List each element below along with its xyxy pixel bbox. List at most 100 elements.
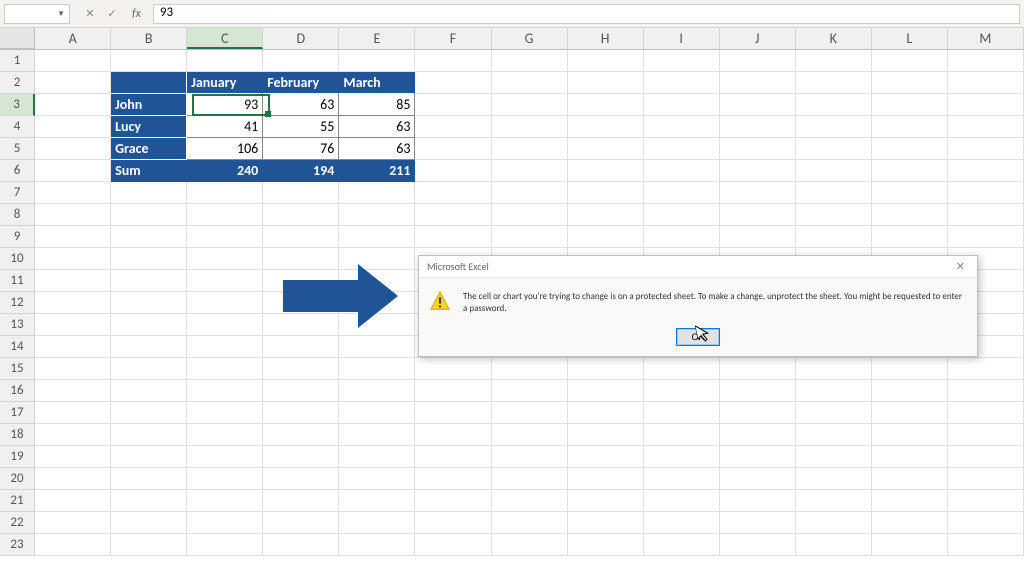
cell[interactable] xyxy=(644,116,720,138)
cell[interactable] xyxy=(187,512,263,534)
cell[interactable] xyxy=(948,512,1024,534)
cell[interactable] xyxy=(720,512,796,534)
cell[interactable] xyxy=(644,50,720,72)
cell[interactable] xyxy=(948,138,1024,160)
cell[interactable] xyxy=(339,182,415,204)
cell[interactable] xyxy=(111,336,187,358)
cell[interactable] xyxy=(339,446,415,468)
cell[interactable] xyxy=(111,226,187,248)
cell[interactable] xyxy=(568,490,644,512)
cell[interactable] xyxy=(568,534,644,556)
cell[interactable] xyxy=(35,72,111,94)
cell[interactable] xyxy=(415,50,491,72)
cell[interactable] xyxy=(948,424,1024,446)
cell[interactable] xyxy=(644,358,720,380)
cell[interactable] xyxy=(111,314,187,336)
cell[interactable] xyxy=(187,314,263,336)
col-header[interactable]: J xyxy=(720,28,796,49)
cell[interactable] xyxy=(111,512,187,534)
cell[interactable] xyxy=(796,182,872,204)
cell[interactable] xyxy=(948,380,1024,402)
row-header[interactable]: 6 xyxy=(0,160,35,182)
cell[interactable] xyxy=(263,204,339,226)
cell[interactable] xyxy=(720,358,796,380)
cell[interactable] xyxy=(187,336,263,358)
cell[interactable] xyxy=(35,534,111,556)
enter-icon[interactable]: ✓ xyxy=(104,6,120,22)
cell[interactable] xyxy=(644,94,720,116)
table-sum[interactable]: 194 xyxy=(263,160,339,182)
cell[interactable] xyxy=(415,72,491,94)
cell[interactable] xyxy=(720,50,796,72)
cell[interactable] xyxy=(339,468,415,490)
cell[interactable] xyxy=(644,72,720,94)
cell[interactable] xyxy=(568,182,644,204)
cell[interactable] xyxy=(644,226,720,248)
cell[interactable] xyxy=(111,270,187,292)
row-header[interactable]: 12 xyxy=(0,292,35,314)
table-row-label[interactable]: Grace xyxy=(111,138,187,160)
cell[interactable] xyxy=(872,94,948,116)
cell[interactable] xyxy=(187,534,263,556)
cell[interactable] xyxy=(111,292,187,314)
cell[interactable] xyxy=(568,468,644,490)
cell[interactable] xyxy=(872,50,948,72)
cell[interactable] xyxy=(263,358,339,380)
table-sum[interactable]: 240 xyxy=(187,160,263,182)
cell[interactable] xyxy=(492,116,568,138)
cell[interactable] xyxy=(872,468,948,490)
cell[interactable] xyxy=(872,182,948,204)
table-cell[interactable]: 63 xyxy=(339,116,415,138)
col-header[interactable]: F xyxy=(415,28,491,49)
col-header[interactable]: M xyxy=(948,28,1024,49)
cell[interactable] xyxy=(415,358,491,380)
cell[interactable] xyxy=(720,204,796,226)
chevron-down-icon[interactable]: ▼ xyxy=(57,9,65,19)
table-row-label[interactable]: Lucy xyxy=(111,116,187,138)
cell[interactable] xyxy=(796,468,872,490)
cell[interactable] xyxy=(492,160,568,182)
cell[interactable] xyxy=(35,314,111,336)
cell[interactable] xyxy=(187,358,263,380)
cell[interactable] xyxy=(339,314,415,336)
row-header[interactable]: 3 xyxy=(0,94,35,116)
cell[interactable] xyxy=(492,446,568,468)
cell[interactable] xyxy=(644,490,720,512)
cell[interactable] xyxy=(35,248,111,270)
cell[interactable] xyxy=(720,72,796,94)
cell[interactable] xyxy=(415,512,491,534)
cell[interactable] xyxy=(948,72,1024,94)
row-header[interactable]: 23 xyxy=(0,534,35,556)
cell[interactable] xyxy=(35,512,111,534)
cell[interactable] xyxy=(796,160,872,182)
cell[interactable] xyxy=(111,182,187,204)
cell[interactable] xyxy=(492,534,568,556)
cell[interactable] xyxy=(948,50,1024,72)
cell[interactable] xyxy=(187,490,263,512)
cell[interactable] xyxy=(35,424,111,446)
cell[interactable] xyxy=(948,490,1024,512)
cell[interactable] xyxy=(644,468,720,490)
cell[interactable] xyxy=(263,380,339,402)
cell[interactable] xyxy=(568,446,644,468)
cell[interactable] xyxy=(872,160,948,182)
cell[interactable] xyxy=(111,72,187,94)
cell[interactable] xyxy=(796,424,872,446)
cell[interactable] xyxy=(415,182,491,204)
cell[interactable] xyxy=(35,182,111,204)
cell[interactable] xyxy=(35,204,111,226)
cell[interactable] xyxy=(492,94,568,116)
cell[interactable] xyxy=(872,512,948,534)
cell[interactable] xyxy=(35,336,111,358)
row-header[interactable]: 14 xyxy=(0,336,35,358)
cell[interactable] xyxy=(339,248,415,270)
row-header[interactable]: 8 xyxy=(0,204,35,226)
row-header[interactable]: 5 xyxy=(0,138,35,160)
cell[interactable] xyxy=(568,402,644,424)
cell[interactable] xyxy=(492,50,568,72)
cell[interactable] xyxy=(568,226,644,248)
col-header[interactable]: K xyxy=(796,28,872,49)
cell[interactable] xyxy=(187,226,263,248)
cell[interactable] xyxy=(568,116,644,138)
row-header[interactable]: 10 xyxy=(0,248,35,270)
